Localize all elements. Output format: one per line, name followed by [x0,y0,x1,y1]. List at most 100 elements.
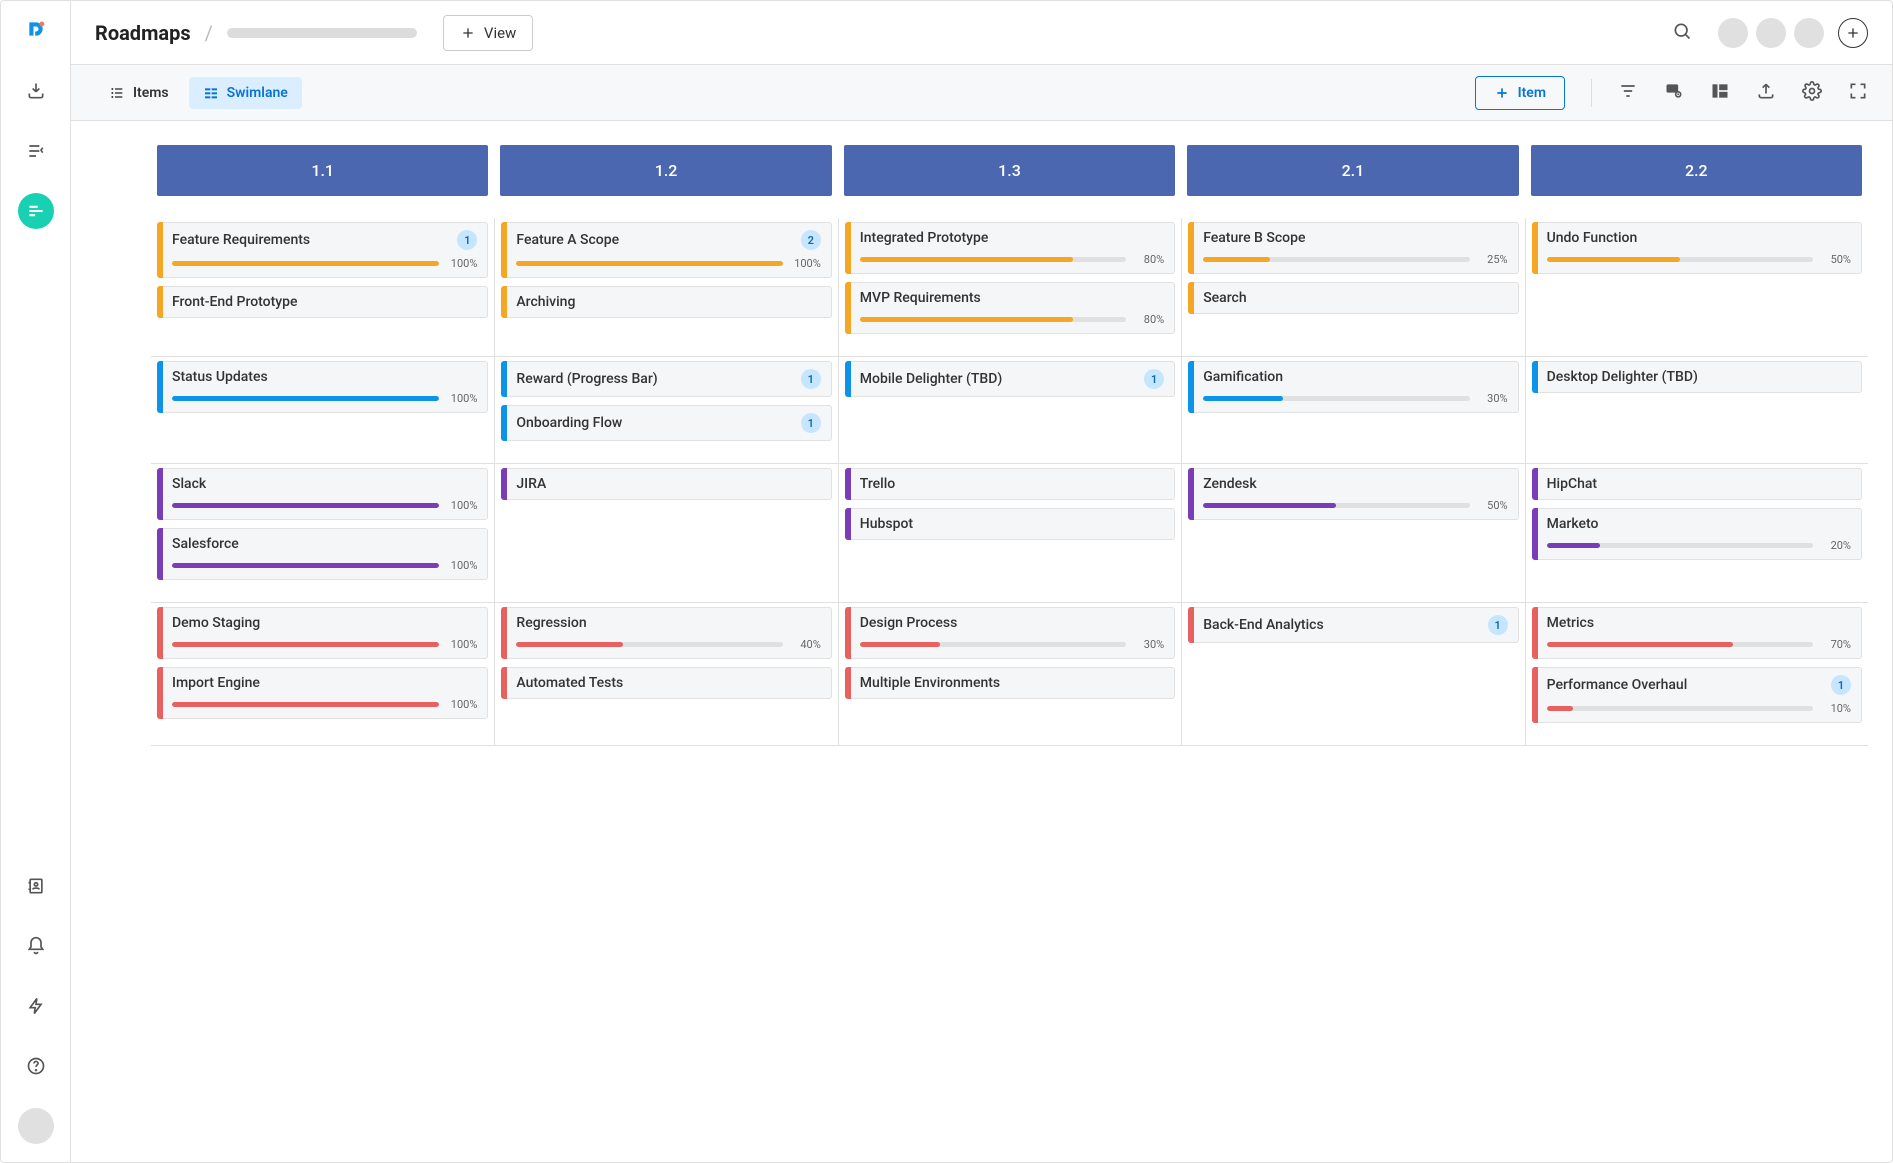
contacts-icon[interactable] [18,868,54,904]
roadmap-card[interactable]: Performance Overhaul110% [1532,667,1862,723]
swimlane-cell[interactable]: Trello Hubspot [838,464,1181,603]
roadmap-card[interactable]: Onboarding Flow1 [501,405,831,441]
card-title: Multiple Environments [860,675,1000,691]
roadmap-card[interactable]: JIRA [501,468,831,500]
filter-icon[interactable] [1618,81,1638,105]
card-title: Feature Requirements [172,232,310,248]
tab-items[interactable]: Items [95,77,183,109]
roadmap-card[interactable]: Mobile Delighter (TBD)1 [845,361,1175,397]
roadmap-card[interactable]: Salesforce100% [157,528,488,580]
roadmap-card[interactable]: Search [1188,282,1518,314]
card-title: Integrated Prototype [860,230,989,246]
roadmap-card[interactable]: Automated Tests [501,667,831,699]
layout-icon[interactable] [1710,81,1730,105]
fullscreen-icon[interactable] [1848,81,1868,105]
roadmap-card[interactable]: Gamification30% [1188,361,1518,413]
user-avatar[interactable] [18,1108,54,1144]
lane-label-infra[interactable]: INFRA [95,603,151,732]
swimlane-cell[interactable]: Mobile Delighter (TBD)1 [838,357,1181,464]
card-title: Gamification [1203,369,1283,385]
lane-label-integrations[interactable]: INTEGRATIONS [95,464,151,589]
card-title: Undo Function [1547,230,1638,246]
help-icon[interactable] [18,1048,54,1084]
column-header[interactable]: 2.2 [1531,145,1862,196]
avatar-3[interactable] [1794,18,1824,48]
roadmap-card[interactable]: Feature Requirements1100% [157,222,488,278]
card-title: Automated Tests [516,675,623,691]
swimlane-cell[interactable]: Feature Requirements1100% Front-End Proto… [151,218,494,357]
roadmap-card[interactable]: Multiple Environments [845,667,1175,699]
lane-label-stickiness[interactable]: STICKINESS [95,357,151,450]
link-icon[interactable] [1664,81,1684,105]
column-header[interactable]: 2.1 [1187,145,1518,196]
column-header[interactable]: 1.2 [500,145,831,196]
swimlane-cell[interactable]: Slack100% Salesforce100% [151,464,494,603]
roadmap-card[interactable]: Regression40% [501,607,831,659]
add-item-button[interactable]: Item [1475,76,1565,110]
swimlane-cell[interactable]: Undo Function50% [1525,218,1868,357]
roadmap-card[interactable]: Undo Function50% [1532,222,1862,274]
swimlane-cell[interactable]: Back-End Analytics1 [1181,603,1524,746]
progress-bar [1547,642,1813,647]
swimlane-cell[interactable]: Integrated Prototype80% MVP Requirements8… [838,218,1181,357]
swimlane-cell[interactable]: Reward (Progress Bar)1 Onboarding Flow1 [494,357,837,464]
roadmap-card[interactable]: Design Process30% [845,607,1175,659]
roadmap-card[interactable]: Desktop Delighter (TBD) [1532,361,1862,393]
progress-bar [860,642,1126,647]
search-icon[interactable] [1672,21,1692,45]
roadmap-card[interactable]: Archiving [501,286,831,318]
add-collaborator-button[interactable] [1838,18,1868,48]
swimlane-cell[interactable]: JIRA [494,464,837,603]
swimlane-cell[interactable]: Metrics70% Performance Overhaul110% [1525,603,1868,746]
swimlane-cell[interactable]: Regression40% Automated Tests [494,603,837,746]
card-title: Metrics [1547,615,1594,631]
swimlane-cell[interactable]: Demo Staging100% Import Engine100% [151,603,494,746]
swimlane-cell[interactable]: Desktop Delighter (TBD) [1525,357,1868,464]
roadmap-card[interactable]: Metrics70% [1532,607,1862,659]
progress-bar [1203,257,1469,262]
export-icon[interactable] [1756,81,1776,105]
lane-label-new-features[interactable]: NEW FEATURES [95,218,151,343]
swimlane-cell[interactable]: Status Updates100% [151,357,494,464]
swimlane-cell[interactable]: Zendesk50% [1181,464,1524,603]
column-header[interactable]: 1.3 [844,145,1175,196]
progress-bar [1203,396,1469,401]
roadmap-card[interactable]: Slack100% [157,468,488,520]
tab-swimlane[interactable]: Swimlane [189,77,302,109]
roadmap-card[interactable]: Integrated Prototype80% [845,222,1175,274]
roadmap-card[interactable]: Marketo20% [1532,508,1862,560]
roadmap-card[interactable]: Import Engine100% [157,667,488,719]
roadmap-card[interactable]: Back-End Analytics1 [1188,607,1518,643]
logo-icon[interactable] [26,19,46,43]
swimlane-cell[interactable]: HipChat Marketo20% [1525,464,1868,603]
roadmap-card[interactable]: HipChat [1532,468,1862,500]
roadmap-name-placeholder[interactable] [227,28,417,38]
roadmap-card[interactable]: Demo Staging100% [157,607,488,659]
avatar-1[interactable] [1718,18,1748,48]
roadmap-card[interactable]: MVP Requirements80% [845,282,1175,334]
inbox-icon[interactable] [18,73,54,109]
card-badge: 2 [801,230,821,250]
activity-icon[interactable] [18,988,54,1024]
roadmap-card[interactable]: Hubspot [845,508,1175,540]
roadmap-card[interactable]: Zendesk50% [1188,468,1518,520]
roadmap-card[interactable]: Reward (Progress Bar)1 [501,361,831,397]
avatar-2[interactable] [1756,18,1786,48]
swimlane-board-scroll[interactable]: 1.11.21.32.12.2NEW FEATURESFeature Requi… [71,121,1892,1162]
roadmap-icon[interactable] [18,193,54,229]
roadmap-card[interactable]: Trello [845,468,1175,500]
list-icon[interactable] [18,133,54,169]
roadmap-card[interactable]: Feature A Scope2100% [501,222,831,278]
swimlane-cell[interactable]: Feature A Scope2100% Archiving [494,218,837,357]
card-title: Marketo [1547,516,1599,532]
roadmap-card[interactable]: Front-End Prototype [157,286,488,318]
notifications-icon[interactable] [18,928,54,964]
roadmap-card[interactable]: Status Updates100% [157,361,488,413]
roadmap-card[interactable]: Feature B Scope25% [1188,222,1518,274]
swimlane-cell[interactable]: Gamification30% [1181,357,1524,464]
swimlane-cell[interactable]: Feature B Scope25% Search [1181,218,1524,357]
settings-icon[interactable] [1802,81,1822,105]
column-header[interactable]: 1.1 [157,145,488,196]
swimlane-cell[interactable]: Design Process30% Multiple Environments [838,603,1181,746]
add-view-button[interactable]: View [443,15,533,51]
